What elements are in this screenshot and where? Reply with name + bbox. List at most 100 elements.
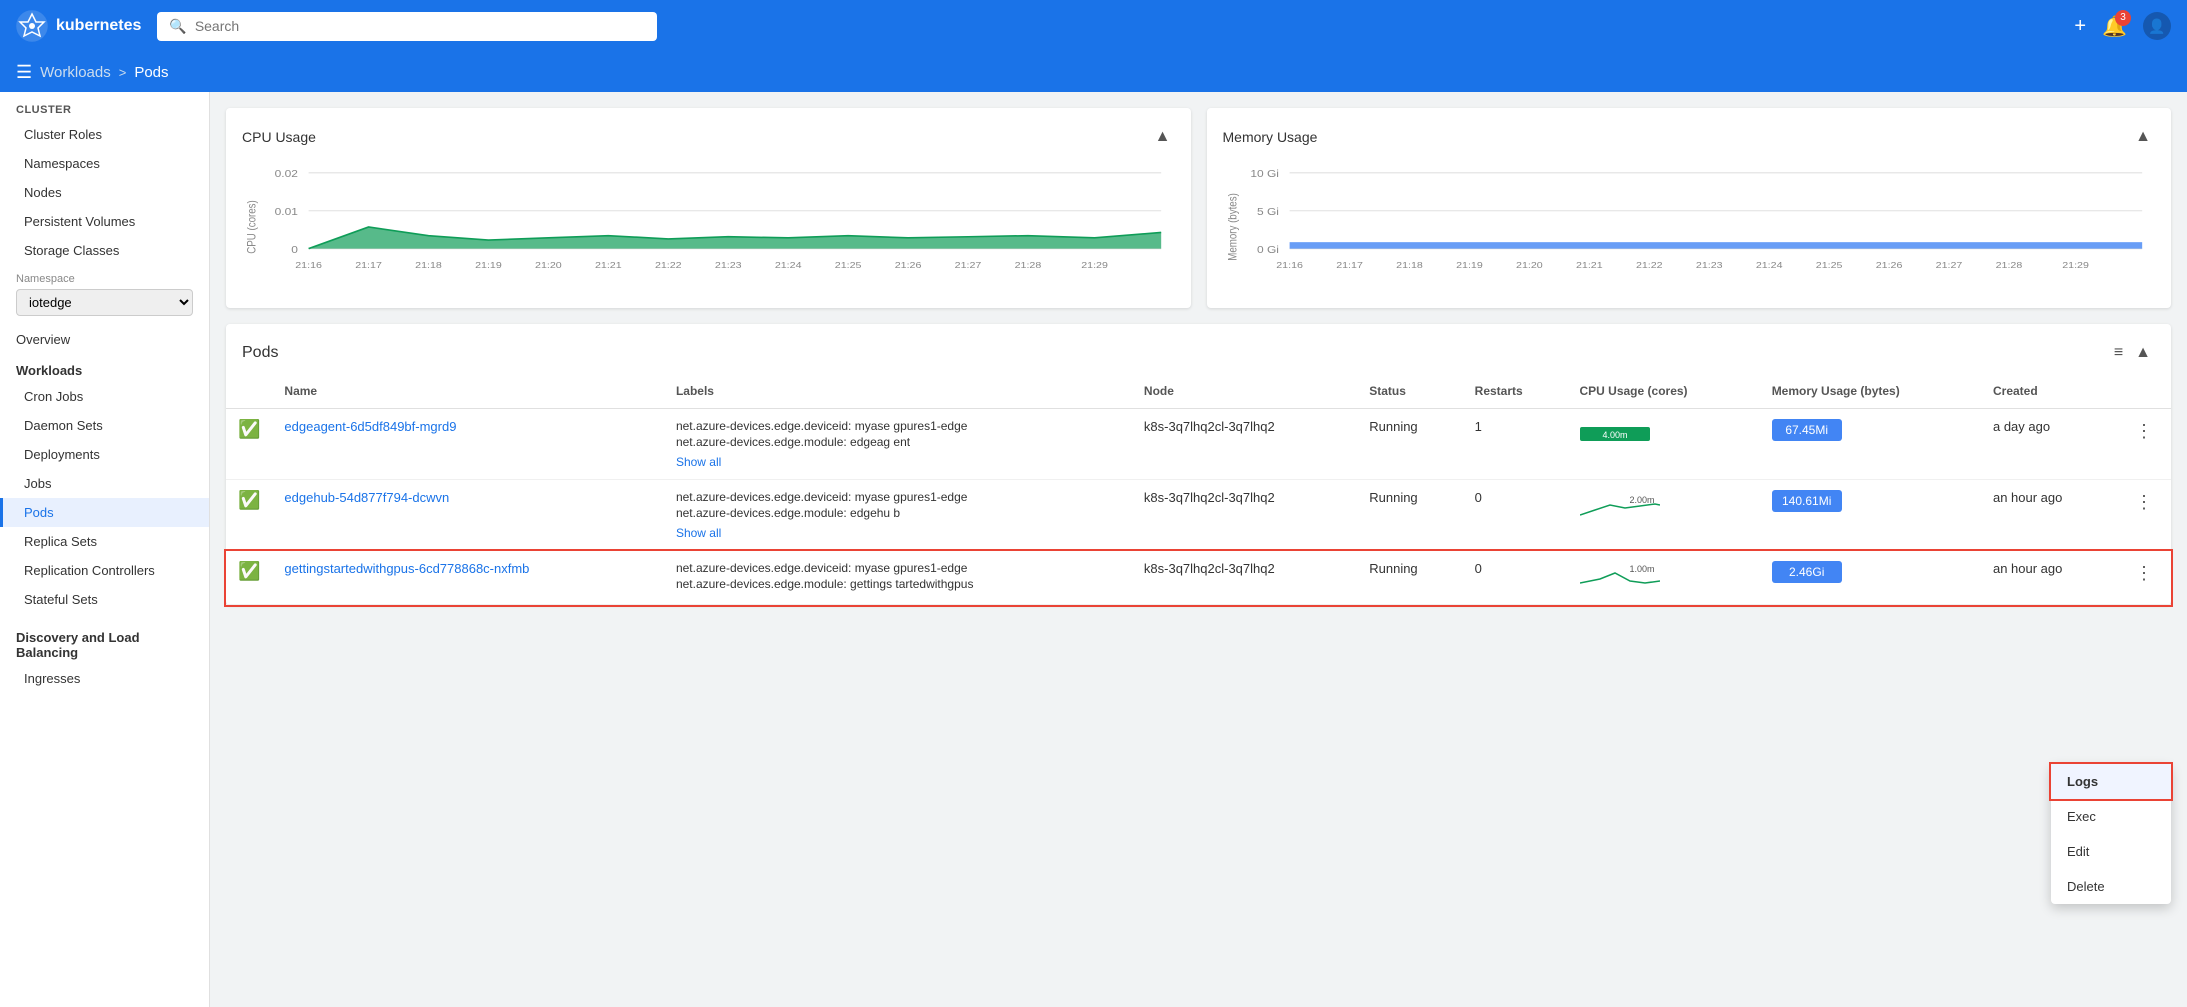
sidebar-item-daemon-sets[interactable]: Daemon Sets bbox=[0, 411, 209, 440]
svg-text:21:19: 21:19 bbox=[1456, 261, 1483, 271]
row2-pod-link[interactable]: edgehub-54d877f794-dcwvn bbox=[284, 490, 449, 505]
context-menu-edit[interactable]: Edit bbox=[2051, 834, 2171, 869]
pods-card-actions: ≡ ▲ bbox=[2114, 340, 2155, 366]
app-logo: kubernetes bbox=[16, 10, 141, 42]
row2-label-2: net.azure-devices.edge.module: edgehu b bbox=[676, 506, 1120, 520]
svg-text:21:25: 21:25 bbox=[835, 261, 862, 271]
sidebar-item-namespaces[interactable]: Namespaces bbox=[0, 149, 209, 178]
memory-chart-collapse-button[interactable]: ▲ bbox=[2131, 124, 2155, 150]
sidebar-item-jobs[interactable]: Jobs bbox=[0, 469, 209, 498]
row3-created-cell: an hour ago bbox=[1981, 551, 2117, 605]
row2-status-cell: Running bbox=[1357, 480, 1462, 551]
filter-icon[interactable]: ≡ bbox=[2114, 344, 2123, 362]
row2-show-all-link[interactable]: Show all bbox=[676, 526, 721, 540]
memory-chart-card: Memory Usage ▲ 10 Gi 5 Gi 0 Gi Memo bbox=[1207, 108, 2172, 308]
cpu-chart-svg: 0.02 0.01 0 CPU (cores) 21:16 21:17 21:1… bbox=[242, 162, 1175, 292]
user-avatar-button[interactable]: 👤 bbox=[2143, 12, 2171, 40]
sidebar-item-pods[interactable]: Pods bbox=[0, 498, 209, 527]
main-content: CPU Usage ▲ 0.02 0.01 0 CPU (cores) bbox=[210, 92, 2187, 1007]
row1-actions-cell: ⋮ bbox=[2117, 409, 2171, 480]
row1-node-cell: k8s-3q7lhq2cl-3q7lhq2 bbox=[1132, 409, 1357, 480]
row3-restarts-cell: 0 bbox=[1463, 551, 1568, 605]
cpu-chart-area: 0.02 0.01 0 CPU (cores) 21:16 21:17 21:1… bbox=[242, 162, 1175, 292]
charts-row: CPU Usage ▲ 0.02 0.01 0 CPU (cores) bbox=[226, 108, 2171, 308]
sidebar-item-stateful-sets[interactable]: Stateful Sets bbox=[0, 585, 209, 614]
row2-restarts-cell: 0 bbox=[1463, 480, 1568, 551]
sidebar-item-overview[interactable]: Overview bbox=[0, 324, 209, 355]
sidebar-item-storage-classes[interactable]: Storage Classes bbox=[0, 236, 209, 265]
svg-text:5 Gi: 5 Gi bbox=[1256, 207, 1278, 218]
svg-text:21:17: 21:17 bbox=[355, 261, 382, 271]
context-menu-logs[interactable]: Logs bbox=[2051, 764, 2171, 799]
svg-text:1.00m: 1.00m bbox=[1629, 564, 1654, 574]
row3-actions-cell: ⋮ bbox=[2117, 551, 2171, 605]
row1-show-all-link[interactable]: Show all bbox=[676, 455, 721, 469]
workloads-section-title: Workloads bbox=[0, 355, 209, 382]
row1-pod-link[interactable]: edgeagent-6d5df849bf-mgrd9 bbox=[284, 419, 456, 434]
breadcrumb-workloads[interactable]: Workloads bbox=[40, 64, 111, 81]
sidebar-item-deployments[interactable]: Deployments bbox=[0, 440, 209, 469]
notifications-button[interactable]: 🔔 3 bbox=[2102, 14, 2127, 39]
row1-label-1: net.azure-devices.edge.deviceid: myase g… bbox=[676, 419, 1120, 433]
kubernetes-logo-icon bbox=[16, 10, 48, 42]
search-icon: 🔍 bbox=[169, 18, 186, 35]
cpu-chart-title: CPU Usage bbox=[242, 129, 316, 145]
row1-cpu-cell: 4.00m bbox=[1568, 409, 1760, 480]
row3-memory-cell: 2.46Gi bbox=[1760, 551, 1981, 605]
col-memory-header: Memory Usage (bytes) bbox=[1760, 374, 1981, 409]
context-menu-exec[interactable]: Exec bbox=[2051, 799, 2171, 834]
sidebar-item-cluster-roles[interactable]: Cluster Roles bbox=[0, 120, 209, 149]
row1-cpu-chart: 4.00m bbox=[1580, 419, 1660, 449]
row2-cpu-cell: 2.00m bbox=[1568, 480, 1760, 551]
svg-text:21:18: 21:18 bbox=[1396, 261, 1423, 271]
search-bar[interactable]: 🔍 bbox=[157, 12, 657, 41]
sidebar-item-replica-sets[interactable]: Replica Sets bbox=[0, 527, 209, 556]
sidebar-item-cron-jobs[interactable]: Cron Jobs bbox=[0, 382, 209, 411]
svg-text:0.01: 0.01 bbox=[275, 207, 298, 218]
row1-status-cell: Running bbox=[1357, 409, 1462, 480]
app-name-label: kubernetes bbox=[56, 17, 141, 35]
sidebar-item-ingresses[interactable]: Ingresses bbox=[0, 664, 209, 693]
table-row: ✅ edgeagent-6d5df849bf-mgrd9 net.azure-d… bbox=[226, 409, 2171, 480]
row1-memory-cell: 67.45Mi bbox=[1760, 409, 1981, 480]
pods-table: Name Labels Node Status Restarts CPU Usa… bbox=[226, 374, 2171, 605]
namespace-select[interactable]: iotedge bbox=[16, 289, 193, 316]
row2-more-actions-button[interactable]: ⋮ bbox=[2129, 490, 2159, 515]
memory-chart-header: Memory Usage ▲ bbox=[1223, 124, 2156, 150]
svg-text:0: 0 bbox=[291, 245, 298, 256]
row2-labels-cell: net.azure-devices.edge.deviceid: myase g… bbox=[664, 480, 1132, 551]
row1-status-running-icon: ✅ bbox=[238, 419, 260, 439]
svg-text:21:25: 21:25 bbox=[1815, 261, 1842, 271]
hamburger-menu-icon[interactable]: ☰ bbox=[16, 62, 32, 83]
svg-text:2.00m: 2.00m bbox=[1629, 495, 1654, 505]
svg-text:21:19: 21:19 bbox=[475, 261, 502, 271]
context-menu-delete[interactable]: Delete bbox=[2051, 869, 2171, 904]
pods-table-title: Pods bbox=[242, 344, 278, 362]
row2-memory-cell: 140.61Mi bbox=[1760, 480, 1981, 551]
row1-more-actions-button[interactable]: ⋮ bbox=[2129, 419, 2159, 444]
row3-pod-link[interactable]: gettingstartedwithgpus-6cd778868c-nxfmb bbox=[284, 561, 529, 576]
sidebar-item-persistent-volumes[interactable]: Persistent Volumes bbox=[0, 207, 209, 236]
add-button[interactable]: + bbox=[2074, 15, 2086, 38]
memory-chart-title: Memory Usage bbox=[1223, 129, 1318, 145]
breadcrumb-separator: > bbox=[119, 65, 127, 80]
row1-status-icon-cell: ✅ bbox=[226, 409, 272, 480]
svg-text:21:23: 21:23 bbox=[715, 261, 742, 271]
namespace-selector: Namespace iotedge bbox=[0, 265, 209, 324]
svg-text:Memory (bytes): Memory (bytes) bbox=[1226, 193, 1239, 261]
pods-table-collapse-button[interactable]: ▲ bbox=[2131, 340, 2155, 366]
row2-status-icon-cell: ✅ bbox=[226, 480, 272, 551]
row2-node-cell: k8s-3q7lhq2cl-3q7lhq2 bbox=[1132, 480, 1357, 551]
svg-text:21:21: 21:21 bbox=[1576, 261, 1603, 271]
search-input[interactable] bbox=[195, 18, 646, 34]
row3-more-actions-button[interactable]: ⋮ bbox=[2129, 561, 2159, 586]
table-row: ✅ gettingstartedwithgpus-6cd778868c-nxfm… bbox=[226, 551, 2171, 605]
breadcrumb-current: Pods bbox=[134, 64, 168, 81]
sidebar-item-replication-controllers[interactable]: Replication Controllers bbox=[0, 556, 209, 585]
row2-label-1: net.azure-devices.edge.deviceid: myase g… bbox=[676, 490, 1120, 504]
row3-node-cell: k8s-3q7lhq2cl-3q7lhq2 bbox=[1132, 551, 1357, 605]
svg-text:CPU (cores): CPU (cores) bbox=[245, 200, 258, 254]
cpu-chart-collapse-button[interactable]: ▲ bbox=[1151, 124, 1175, 150]
sidebar-item-nodes[interactable]: Nodes bbox=[0, 178, 209, 207]
col-labels-header: Labels bbox=[664, 374, 1132, 409]
